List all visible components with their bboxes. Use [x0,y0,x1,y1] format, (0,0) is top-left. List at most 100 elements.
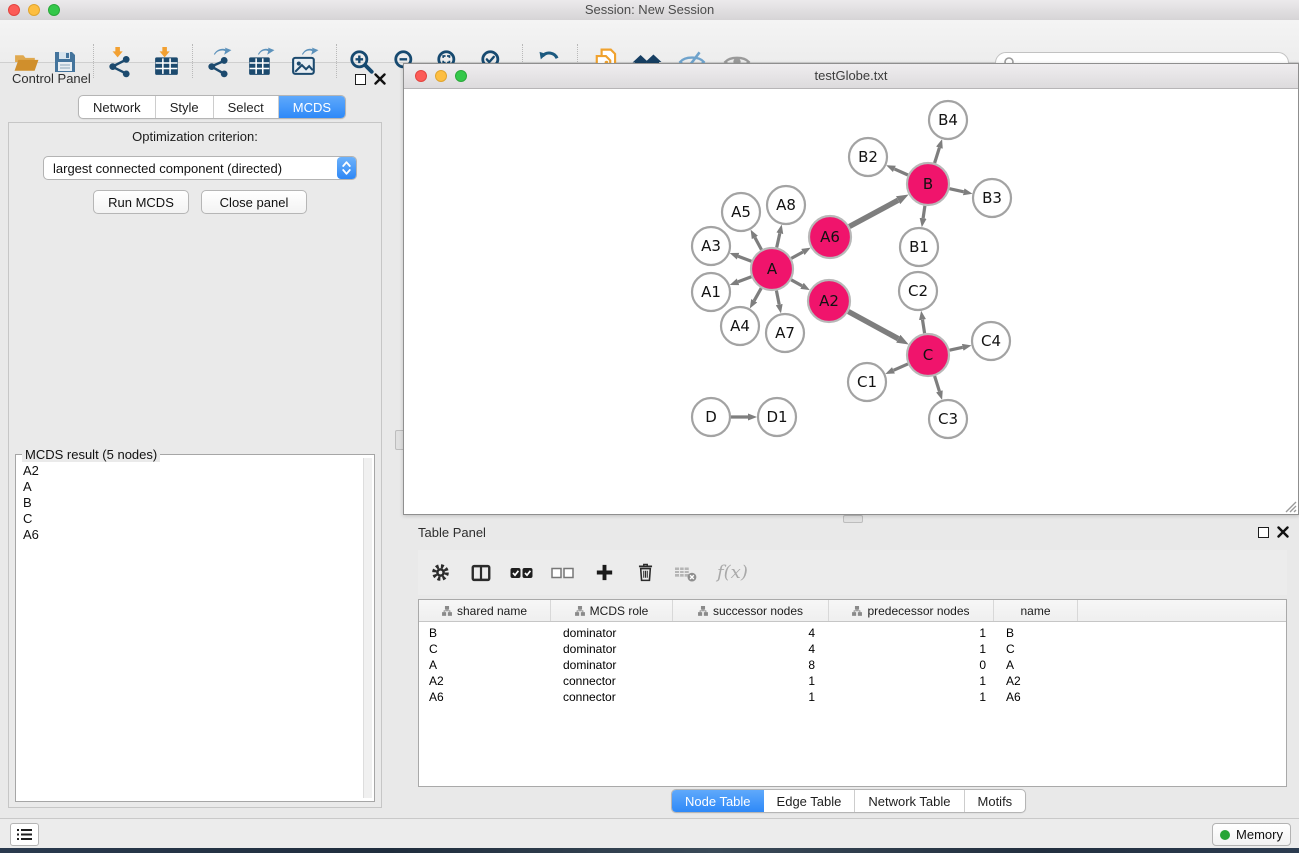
graph-edge-A-A1[interactable] [738,277,751,282]
select-all-icon[interactable] [510,561,534,585]
tab-edge-table[interactable]: Edge Table [764,790,856,812]
graph-node-A4[interactable]: A4 [721,307,759,345]
table-row[interactable]: A6connector11A6 [419,689,1286,705]
graph-node-A7[interactable]: A7 [766,314,804,352]
zoom-window-icon[interactable] [48,4,60,16]
graph-node-B4[interactable]: B4 [929,101,967,139]
table-row[interactable]: Bdominator41B [419,625,1286,641]
graph-node-B3[interactable]: B3 [973,179,1011,217]
close-panel-button[interactable]: Close panel [201,190,307,214]
graph-edge-A2-C[interactable] [848,312,898,339]
delete-table-icon[interactable] [674,561,698,585]
graph-node-C2[interactable]: C2 [899,272,937,310]
resize-grip-icon[interactable] [1284,500,1297,513]
graph-edge-A6-B[interactable] [849,200,898,226]
graph-edge-C-C1[interactable] [894,364,908,370]
export-image-icon[interactable] [287,45,323,79]
table-cell: 1 [673,673,829,689]
close-panel-icon[interactable] [374,73,386,85]
run-mcds-button[interactable]: Run MCDS [93,190,189,214]
column-header-predecessor-nodes[interactable]: predecessor nodes [829,600,994,621]
float-panel-icon[interactable] [1258,527,1269,538]
delete-row-icon[interactable] [633,561,657,585]
column-header-MCDS-role[interactable]: MCDS role [551,600,673,621]
graph-node-B2[interactable]: B2 [849,138,887,176]
tree-icon [852,606,862,616]
minimize-window-icon[interactable] [28,4,40,16]
graph-node-D[interactable]: D [692,398,730,436]
result-item[interactable]: A [23,479,363,495]
horizontal-splitter-handle[interactable] [843,515,863,523]
table-row[interactable]: Cdominator41C [419,641,1286,657]
result-scrollbar[interactable] [363,458,372,798]
graph-node-A5[interactable]: A5 [722,193,760,231]
result-item[interactable]: A2 [23,463,363,479]
graph-edge-A-A8[interactable] [777,233,780,247]
graph-edge-A-A4[interactable] [754,288,761,301]
float-panel-icon[interactable] [355,74,366,85]
graph-node-C4[interactable]: C4 [972,322,1010,360]
export-network-icon[interactable] [201,45,237,79]
svg-text:B4: B4 [938,111,958,129]
graph-edge-A-A6[interactable] [791,252,803,258]
minimize-view-icon[interactable] [435,70,447,82]
graph-node-D1[interactable]: D1 [758,398,796,436]
add-row-icon[interactable] [592,561,616,585]
tab-node-table[interactable]: Node Table [672,790,764,812]
graph-node-C[interactable]: C [907,334,949,376]
desktop-edge [0,848,1299,853]
result-item[interactable]: B [23,495,363,511]
network-canvas[interactable]: B4 B2 B B3 A8A5 A6 B1 A3 A C2 A1 A2 A4A7 C4 C C1 C3 D D1 [404,88,1298,514]
graph-edge-A-A2[interactable] [791,280,802,286]
graph-node-A6[interactable]: A6 [809,216,851,258]
tab-motifs[interactable]: Motifs [965,790,1026,812]
graph-edge-C-C4[interactable] [950,347,963,350]
graph-node-A3[interactable]: A3 [692,227,730,265]
column-header-successor-nodes[interactable]: successor nodes [673,600,829,621]
graph-node-A8[interactable]: A8 [767,186,805,224]
close-panel-icon[interactable] [1277,526,1289,538]
tab-network-table[interactable]: Network Table [855,790,964,812]
close-window-icon[interactable] [8,4,20,16]
graph-node-A1[interactable]: A1 [692,273,730,311]
column-header-shared-name[interactable]: shared name [419,600,551,621]
graph-edge-B-B4[interactable] [935,148,940,163]
graph-edge-B-B1[interactable] [923,206,925,219]
graph-node-C1[interactable]: C1 [848,363,886,401]
node-table: shared name MCDS role successor nodes pr… [418,599,1287,787]
graph-node-B[interactable]: B [907,163,949,205]
graph-node-A[interactable]: A [751,248,793,290]
graph-edge-C-C3[interactable] [935,376,940,391]
criterion-select[interactable]: largest connected component (directed) [43,156,357,180]
import-table-icon[interactable] [149,45,185,79]
graph-node-A2[interactable]: A2 [808,280,850,322]
table-row[interactable]: A2connector11A2 [419,673,1286,689]
settings-gear-icon[interactable] [428,561,452,585]
column-selector-icon[interactable] [469,561,493,585]
table-row[interactable]: Adominator80A [419,657,1286,673]
graph-edge-A-A7[interactable] [776,291,779,305]
function-builder-icon[interactable]: f(x) [717,562,748,583]
close-view-icon[interactable] [415,70,427,82]
task-history-button[interactable] [10,823,39,846]
result-item[interactable]: C [23,511,363,527]
tab-style[interactable]: Style [156,96,214,118]
graph-edge-A-A3[interactable] [738,256,751,261]
network-window-titlebar[interactable]: testGlobe.txt [404,64,1298,89]
tab-mcds[interactable]: MCDS [279,96,345,118]
zoom-view-icon[interactable] [455,70,467,82]
export-table-icon[interactable] [243,45,279,79]
graph-node-C3[interactable]: C3 [929,400,967,438]
import-network-icon[interactable] [102,45,138,79]
result-item[interactable]: A6 [23,527,363,543]
deselect-all-icon[interactable] [551,561,575,585]
graph-edge-C-C2[interactable] [923,320,925,334]
graph-edge-A-A5[interactable] [755,238,762,250]
column-header-name[interactable]: name [994,600,1078,621]
tab-network[interactable]: Network [79,96,156,118]
graph-edge-B-B2[interactable] [894,169,908,175]
graph-node-B1[interactable]: B1 [900,228,938,266]
graph-edge-B-B3[interactable] [950,189,964,192]
memory-button[interactable]: Memory [1212,823,1291,846]
tab-select[interactable]: Select [214,96,279,118]
